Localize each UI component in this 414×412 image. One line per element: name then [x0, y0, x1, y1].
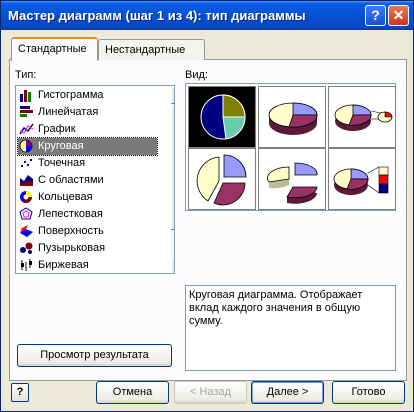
list-item-label: Биржевая — [38, 259, 89, 271]
list-item[interactable]: Лепестковая — [18, 206, 157, 223]
line-chart-icon — [19, 123, 34, 135]
subtype-gallery — [185, 83, 396, 211]
chart-description: Круговая диаграмма. Отображает вклад каж… — [185, 285, 396, 371]
scroll-thumb[interactable] — [171, 105, 174, 230]
list-scrollbar[interactable]: ▲ ▼ — [171, 87, 174, 273]
subtype-pie-of-pie[interactable] — [328, 86, 396, 148]
pie-of-pie-icon — [334, 104, 393, 131]
bubble-chart-icon — [20, 242, 33, 254]
pie-3d-exploded-icon — [267, 162, 318, 204]
column-chart-icon — [20, 90, 31, 102]
list-item[interactable]: С областями — [18, 172, 157, 189]
chart-type-list[interactable]: Гистограмма Линейчатая График Круговая Т… — [15, 85, 175, 274]
cancel-button[interactable]: Отмена — [96, 381, 169, 404]
list-item-label: Точечная — [38, 157, 86, 169]
tab-custom[interactable]: Нестандартные — [98, 39, 205, 60]
window-title: Мастер диаграмм (шаг 1 из 4): тип диагра… — [8, 8, 306, 23]
pie-3d-icon — [268, 102, 318, 135]
list-item[interactable]: Кольцевая — [18, 189, 157, 206]
scroll-up-icon[interactable]: ▲ — [171, 87, 174, 104]
subtype-bar-of-pie[interactable] — [328, 148, 396, 210]
preview-button[interactable]: Просмотр результата — [17, 344, 172, 367]
pie-basic-icon — [200, 94, 246, 140]
list-item-label: График — [38, 123, 76, 135]
list-item-label: Поверхность — [38, 225, 104, 237]
scatter-chart-icon — [21, 159, 32, 167]
bar-chart-icon — [20, 106, 33, 117]
list-item-label: Линейчатая — [38, 106, 99, 118]
list-item[interactable]: Гистограмма — [18, 87, 157, 104]
subtype-pie-3d-exploded[interactable] — [258, 148, 326, 210]
list-item-label: Круговая — [38, 140, 84, 152]
title-bar[interactable]: Мастер диаграмм (шаг 1 из 4): тип диагра… — [1, 1, 413, 30]
list-item[interactable]: График — [18, 121, 157, 138]
next-button[interactable]: Далее > — [251, 381, 324, 404]
radar-chart-icon — [19, 207, 33, 220]
bar-of-pie-icon — [333, 166, 389, 195]
help-icon[interactable]: ? — [11, 383, 29, 402]
title-help-button[interactable]: ? — [365, 5, 386, 26]
back-button[interactable]: < Назад — [174, 381, 247, 404]
type-label: Тип: — [15, 69, 37, 81]
subtype-pie-3d[interactable] — [258, 86, 326, 148]
list-item[interactable]: Линейчатая — [18, 104, 157, 121]
pie-exploded-icon — [196, 154, 247, 206]
stock-chart-icon — [21, 259, 32, 271]
scroll-down-icon[interactable]: ▼ — [171, 257, 174, 273]
list-item[interactable]: Точечная — [18, 155, 157, 172]
tab-standard[interactable]: Стандартные — [11, 37, 98, 61]
list-item-label: Кольцевая — [38, 191, 93, 203]
subtype-pie-basic[interactable] — [188, 86, 256, 148]
chart-wizard-dialog: Мастер диаграмм (шаг 1 из 4): тип диагра… — [0, 0, 414, 412]
close-button[interactable]: ✕ — [388, 5, 409, 26]
pie-chart-icon — [19, 139, 33, 153]
doughnut-chart-icon — [20, 191, 32, 203]
list-item-label: С областями — [38, 174, 104, 186]
list-item[interactable]: Круговая — [17, 137, 158, 156]
finish-button[interactable]: Готово — [332, 381, 405, 404]
area-chart-icon — [20, 175, 33, 186]
subtype-pie-exploded[interactable] — [188, 148, 256, 210]
list-item[interactable]: Биржевая — [18, 257, 157, 273]
list-item-label: Пузырьковая — [38, 242, 106, 254]
list-item[interactable]: Поверхность — [18, 223, 157, 240]
list-item-label: Лепестковая — [38, 208, 103, 220]
list-item[interactable]: Пузырьковая — [18, 240, 157, 257]
surface-chart-icon — [20, 225, 33, 237]
list-item-label: Гистограмма — [38, 89, 104, 101]
view-label: Вид: — [185, 69, 208, 81]
